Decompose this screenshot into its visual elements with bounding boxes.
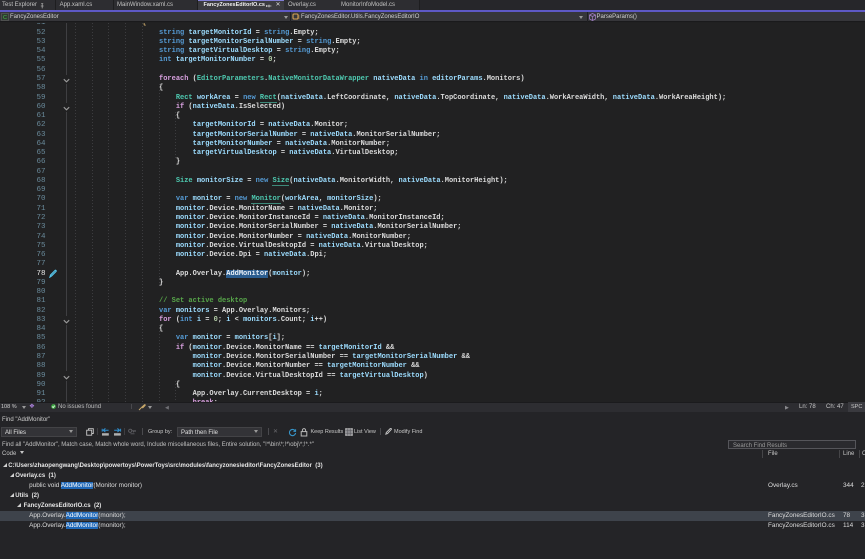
- svg-text:C: C: [3, 15, 7, 21]
